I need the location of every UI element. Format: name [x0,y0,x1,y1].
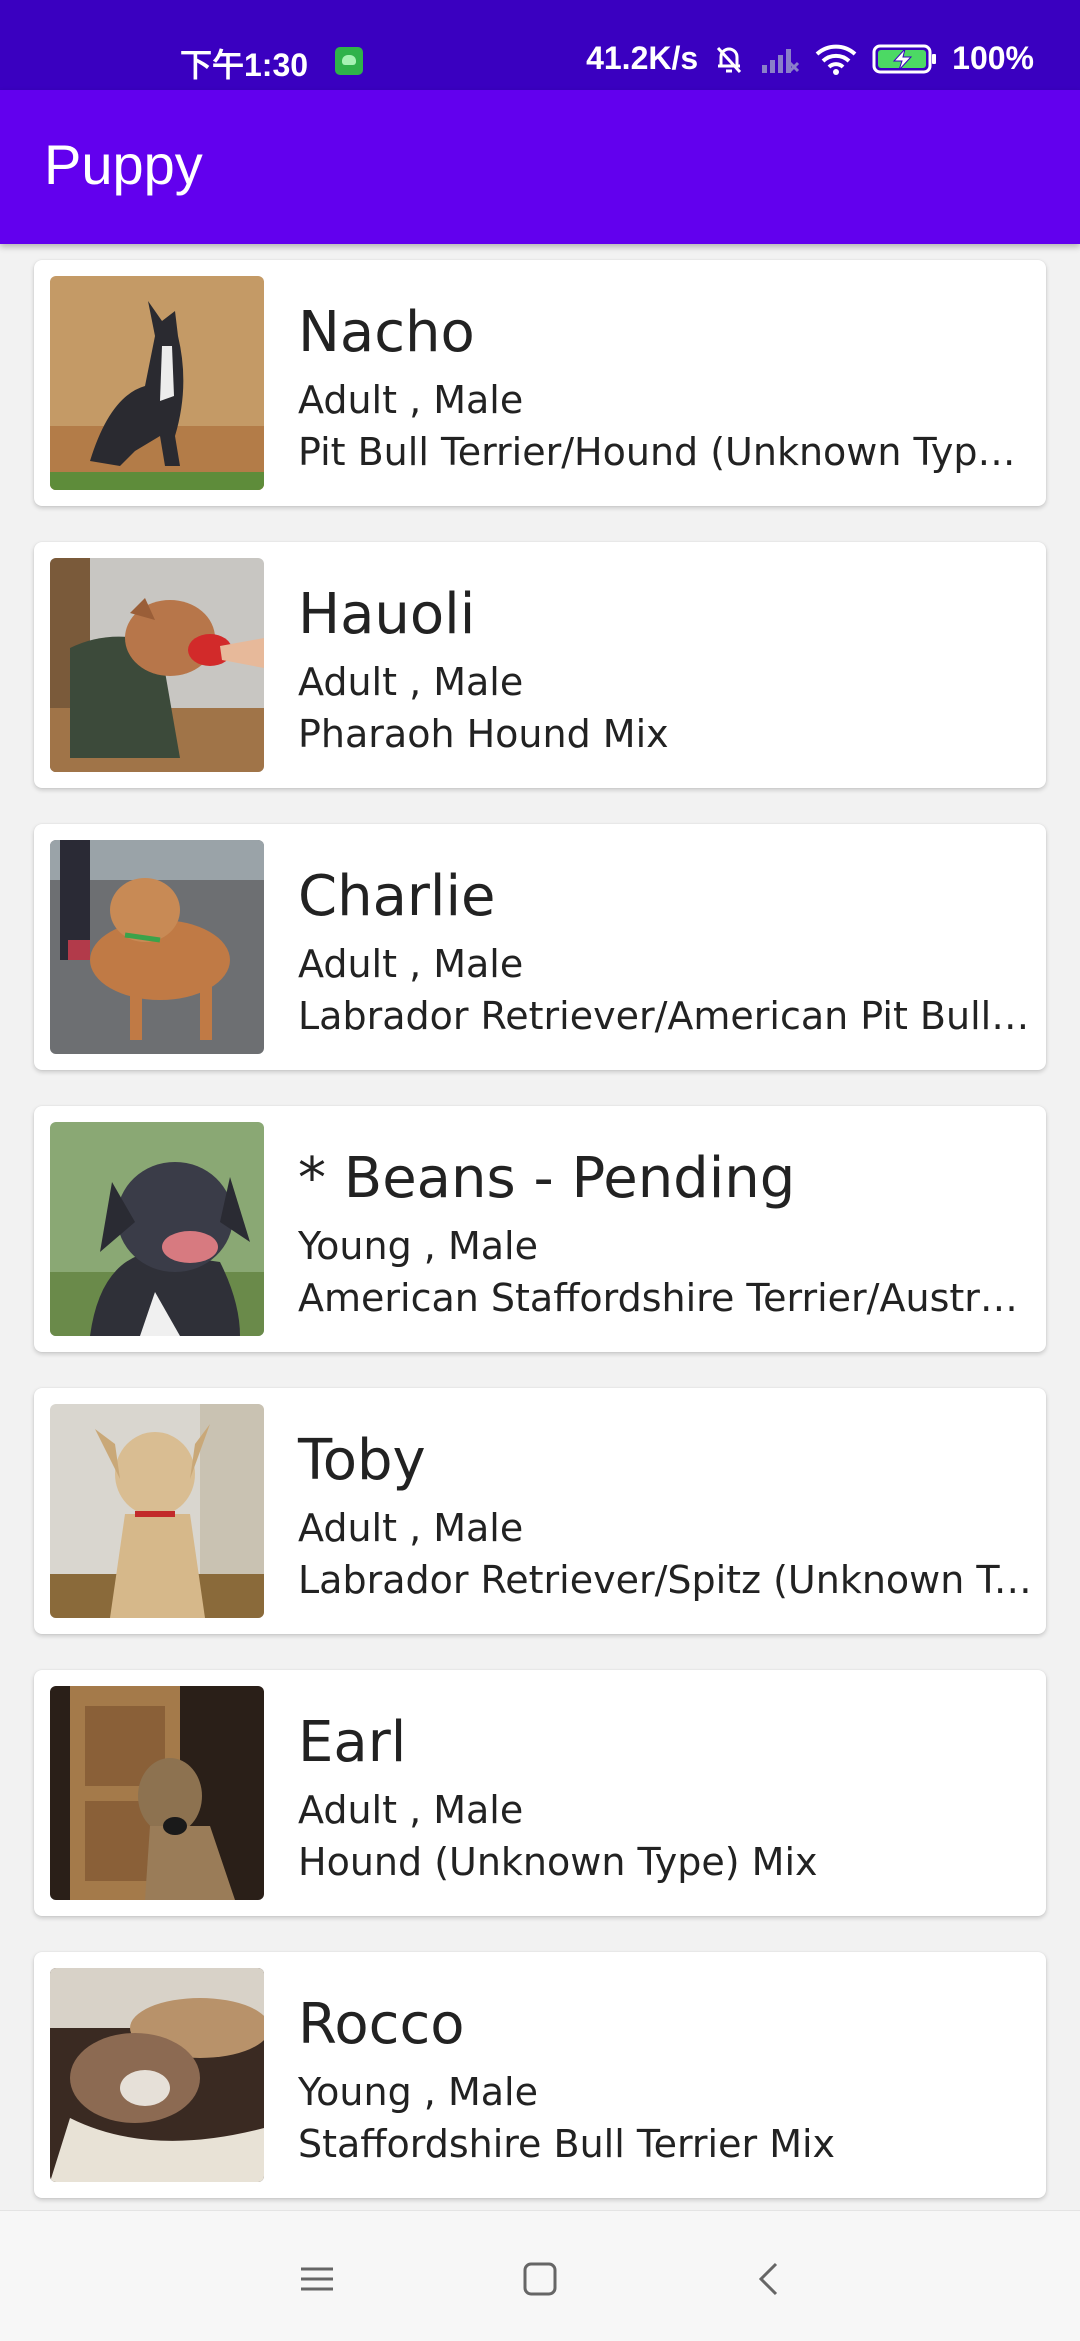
puppy-photo [50,558,264,772]
puppy-name: Toby [298,1428,426,1493]
puppy-age-gender: Adult , Male [298,1506,524,1550]
puppy-breed: Labrador Retriever/American Pit Bull Ter… [298,994,1038,1038]
puppy-photo [50,1968,264,2182]
puppy-photo [50,1404,264,1618]
puppy-age-gender: Adult , Male [298,942,524,986]
puppy-card[interactable]: Charlie Adult , Male Labrador Retriever/… [34,824,1046,1070]
battery-percent: 100% [952,40,1034,76]
puppy-card[interactable]: Nacho Adult , Male Pit Bull Terrier/Houn… [34,260,1046,506]
puppy-card[interactable]: Hauoli Adult , Male Pharaoh Hound Mix [34,542,1046,788]
puppy-card[interactable]: Earl Adult , Male Hound (Unknown Type) M… [34,1670,1046,1916]
puppy-photo [50,276,264,490]
battery-charging-icon [872,43,938,75]
puppy-breed: Hound (Unknown Type) Mix [298,1840,818,1884]
puppy-card[interactable]: * Beans - Pending Young , Male American … [34,1106,1046,1352]
puppy-name: Nacho [298,300,475,365]
network-speed: 41.2K/s [586,40,699,76]
puppy-name: Hauoli [298,582,476,647]
puppy-breed: Pit Bull Terrier/Hound (Unknown Type) Mi… [298,430,1038,474]
system-nav-bar [0,2210,1080,2341]
signal-icon [760,43,800,75]
puppy-photo [50,1122,264,1336]
app-title: Puppy [44,133,203,196]
puppy-breed: American Staffordshire Terrier/Australia… [298,1276,1038,1320]
puppy-name: Earl [298,1710,407,1775]
menu-icon[interactable] [287,2249,347,2309]
puppy-age-gender: Young , Male [298,2070,538,2114]
mute-bell-icon [712,42,746,76]
puppy-age-gender: Adult , Male [298,660,524,704]
puppy-breed: Labrador Retriever/Spitz (Unknown Type) … [298,1558,1038,1602]
puppy-name: Rocco [298,1992,465,2057]
status-time: 下午1:30 [180,47,309,83]
puppy-photo [50,840,264,1054]
puppy-age-gender: Adult , Male [298,1788,524,1832]
back-icon[interactable] [738,2249,798,2309]
puppy-list[interactable]: Nacho Adult , Male Pit Bull Terrier/Houn… [0,244,1080,2210]
status-right-group: 41.2K/s 100% [586,40,1034,77]
puppy-breed: Staffordshire Bull Terrier Mix [298,2122,836,2166]
app-bar: Puppy [0,90,1080,244]
puppy-name: * Beans - Pending [298,1146,796,1211]
puppy-age-gender: Adult , Male [298,378,524,422]
app-notification-icon [335,47,363,75]
puppy-breed: Pharaoh Hound Mix [298,712,669,756]
puppy-card[interactable]: Toby Adult , Male Labrador Retriever/Spi… [34,1388,1046,1634]
puppy-name: Charlie [298,864,496,929]
wifi-icon [814,42,858,76]
puppy-photo [50,1686,264,1900]
puppy-card[interactable]: Rocco Young , Male Staffordshire Bull Te… [34,1952,1046,2198]
status-bar: 下午1:30 41.2K/s 100% [0,0,1080,90]
puppy-age-gender: Young , Male [298,1224,538,1268]
home-icon[interactable] [510,2249,570,2309]
